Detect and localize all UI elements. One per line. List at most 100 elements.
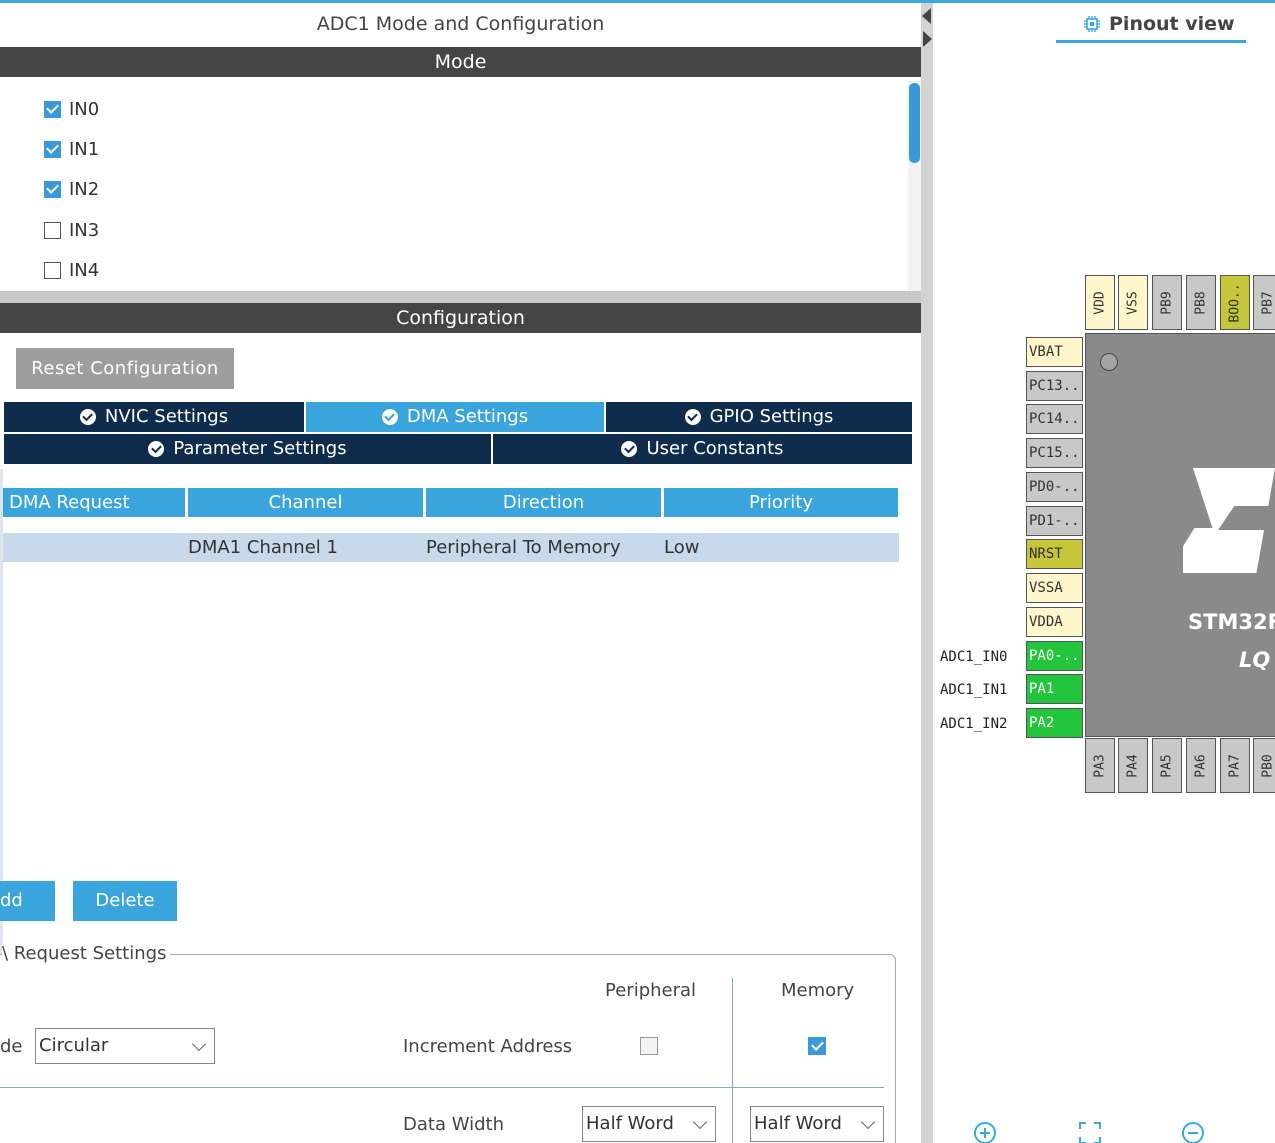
mode-item-label: IN4 [69, 259, 100, 281]
tab-label: DMA Settings [406, 406, 529, 427]
pin-pa1[interactable]: PA1 [1026, 674, 1083, 704]
chip-icon [1084, 16, 1100, 32]
pin-vss[interactable]: VSS [1118, 275, 1148, 330]
checkbox-in3[interactable] [44, 221, 61, 239]
chip-package: LQ [1239, 648, 1271, 672]
mode-scrollbar-thumb[interactable] [909, 83, 920, 163]
increment-memory-checkbox[interactable] [808, 1037, 826, 1055]
signal-label-adc1-in1: ADC1_IN1 [940, 682, 1008, 698]
check-circle-icon [684, 409, 701, 425]
column-header-dma-request[interactable]: DMA Request [3, 488, 185, 517]
pin-vdda[interactable]: VDDA [1026, 607, 1083, 637]
chip-name: STM32F [1188, 610, 1275, 634]
tab-label: User Constants [646, 438, 784, 459]
reset-configuration-button[interactable]: Reset Configuration [16, 348, 234, 389]
check-circle-icon [79, 409, 96, 425]
pin-pb7[interactable]: PB7 [1253, 275, 1275, 330]
data-width-memory-select[interactable]: Half Word [750, 1106, 884, 1142]
pin-pb0[interactable]: PB0 [1253, 738, 1275, 793]
increment-peripheral-checkbox[interactable] [640, 1037, 658, 1055]
tab-label: GPIO Settings [709, 406, 834, 427]
mode-item-in3[interactable]: IN3 [44, 216, 99, 244]
pin-nrst[interactable]: NRST [1026, 539, 1083, 569]
panel-divider[interactable] [0, 291, 921, 303]
fit-to-screen-icon[interactable] [1078, 1121, 1102, 1143]
tab-nvic-settings[interactable]: NVIC Settings [4, 402, 304, 432]
add-button[interactable]: dd [0, 881, 55, 921]
mode-select[interactable]: Circular [35, 1028, 215, 1064]
pin-pa3[interactable]: PA3 [1085, 738, 1115, 793]
check-circle-icon [621, 441, 638, 457]
pin-pa5[interactable]: PA5 [1152, 738, 1182, 793]
settings-legend: \ Request Settings [2, 943, 171, 964]
tab-label: Parameter Settings [173, 438, 347, 459]
zoom-out-icon[interactable] [1181, 1121, 1205, 1143]
pin-vbat[interactable]: VBAT [1026, 337, 1083, 367]
mode-item-label: IN1 [69, 138, 100, 160]
checkbox-in4[interactable] [44, 261, 61, 279]
table-cell[interactable]: Peripheral To Memory [424, 533, 662, 562]
mode-item-in4[interactable]: IN4 [44, 256, 99, 284]
checkbox-in2[interactable] [44, 180, 61, 198]
pin-pc15[interactable]: PC15.. [1026, 438, 1083, 468]
zoom-in-icon[interactable] [973, 1121, 997, 1143]
tab-parameter-settings[interactable]: Parameter Settings [4, 434, 491, 464]
pin-pa2[interactable]: PA2 [1026, 708, 1083, 738]
pin-vssa[interactable]: VSSA [1026, 573, 1083, 603]
column-divider [732, 978, 733, 1143]
mode-item-label: IN3 [69, 219, 100, 241]
mode-label: de [0, 1036, 23, 1057]
table-cell[interactable]: Low [662, 533, 899, 562]
increment-address-label: Increment Address [403, 1036, 573, 1057]
pin-pa0[interactable]: PA0-.. [1026, 641, 1083, 671]
pin-pc14[interactable]: PC14.. [1026, 404, 1083, 434]
mode-item-in0[interactable]: IN0 [44, 95, 99, 123]
mode-item-in2[interactable]: IN2 [44, 175, 99, 203]
pinout-panel: Pinout view VDD VSS PB9 PB8 BOO.. PB7 ST… [933, 3, 1275, 1143]
column-memory-label: Memory [781, 980, 855, 1001]
pin-pd0[interactable]: PD0-.. [1026, 472, 1083, 502]
column-header-direction[interactable]: Direction [426, 488, 661, 517]
pin-pb9[interactable]: PB9 [1152, 275, 1182, 330]
collapse-left-icon[interactable] [922, 8, 931, 24]
pinout-title-label: Pinout view [1109, 13, 1235, 35]
mode-item-label: IN0 [69, 98, 100, 120]
column-header-channel[interactable]: Channel [188, 488, 423, 517]
table-cell[interactable]: DMA1 Channel 1 [186, 533, 424, 562]
row-divider [0, 1087, 884, 1088]
delete-button[interactable]: Delete [73, 881, 177, 921]
pin-pa7[interactable]: PA7 [1220, 738, 1250, 793]
configuration-header: Configuration [0, 303, 921, 333]
mode-item-in1[interactable]: IN1 [44, 135, 99, 163]
column-peripheral-label: Peripheral [605, 980, 697, 1001]
table-cell[interactable] [3, 533, 186, 562]
panel-splitter[interactable] [921, 3, 933, 1143]
tab-gpio-settings[interactable]: GPIO Settings [606, 402, 912, 432]
chevron-down-icon [692, 1114, 708, 1130]
pin-pc13[interactable]: PC13.. [1026, 371, 1083, 401]
tab-dma-settings[interactable]: DMA Settings [306, 402, 604, 432]
check-circle-icon [148, 441, 165, 457]
column-header-priority[interactable]: Priority [664, 488, 898, 517]
adc1-config-panel: ADC1 Mode and Configuration Mode IN0 IN1… [0, 3, 921, 1143]
expand-right-icon[interactable] [923, 31, 932, 47]
pin-pb8[interactable]: PB8 [1186, 275, 1216, 330]
panel-title: ADC1 Mode and Configuration [316, 13, 605, 35]
tab-pinout-view[interactable]: Pinout view [1083, 13, 1235, 35]
tab-label: NVIC Settings [104, 406, 229, 427]
signal-label-adc1-in2: ADC1_IN2 [940, 716, 1008, 732]
pin1-marker [1100, 353, 1118, 371]
pin-pd1[interactable]: PD1-.. [1026, 506, 1083, 536]
checkbox-in1[interactable] [44, 140, 61, 158]
data-width-peripheral-select[interactable]: Half Word [582, 1106, 716, 1142]
pin-boot0[interactable]: BOO.. [1220, 275, 1250, 330]
checkbox-in0[interactable] [44, 100, 61, 118]
pin-vdd[interactable]: VDD [1085, 275, 1115, 330]
select-value: Half Word [586, 1113, 674, 1134]
check-circle-icon [381, 409, 398, 425]
signal-label-adc1-in0: ADC1_IN0 [940, 649, 1008, 665]
pin-pa6[interactable]: PA6 [1186, 738, 1216, 793]
pin-pa4[interactable]: PA4 [1118, 738, 1148, 793]
tab-user-constants[interactable]: User Constants [493, 434, 912, 464]
active-tab-underline [1056, 40, 1246, 43]
